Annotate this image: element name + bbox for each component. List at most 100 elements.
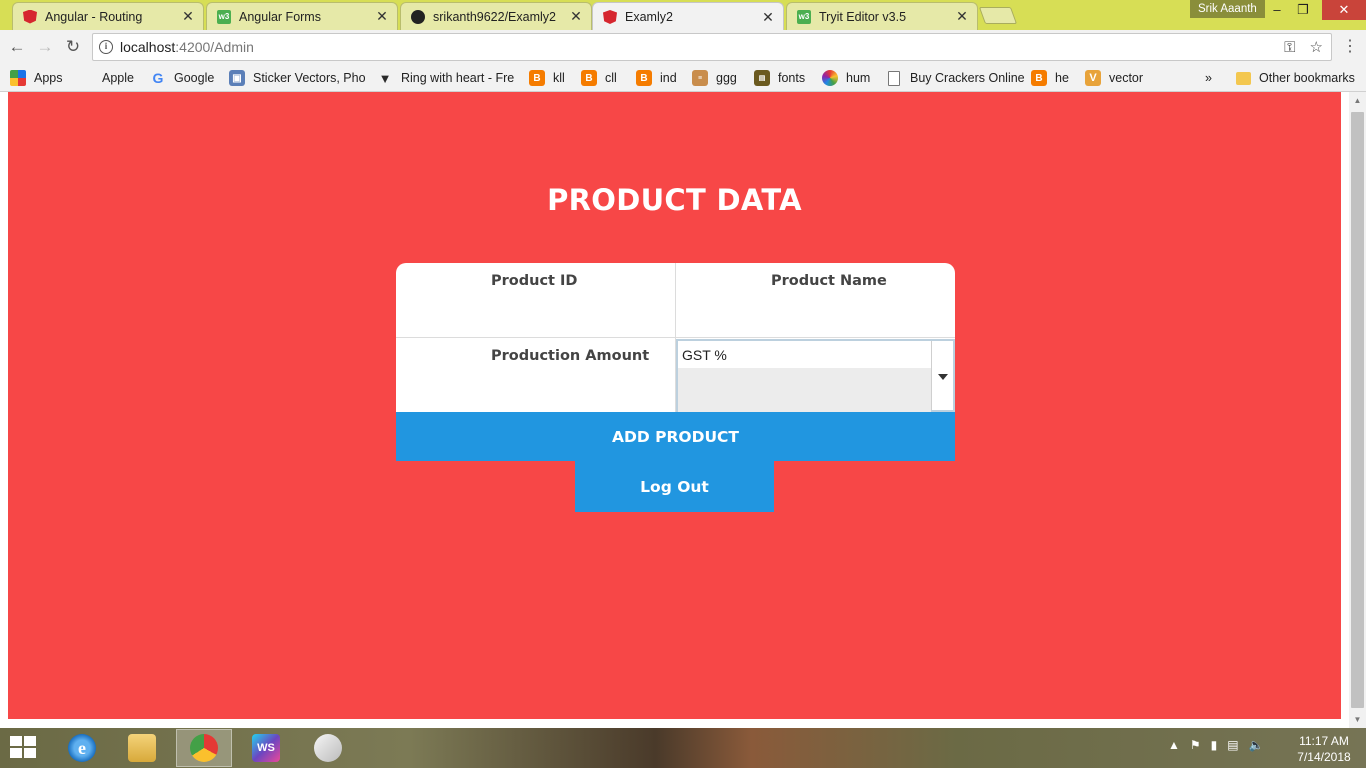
scroll-thumb[interactable]: [1351, 112, 1364, 708]
restore-icon[interactable]: ❐: [1290, 0, 1316, 20]
production-amount-label: Production Amount: [491, 348, 650, 364]
vertical-scrollbar[interactable]: ▲ ▼: [1349, 92, 1366, 728]
back-icon[interactable]: ←: [6, 36, 28, 58]
bookmark-label: fonts: [778, 71, 806, 85]
image-icon: ▣: [229, 70, 245, 86]
close-icon[interactable]: ✕: [955, 8, 969, 25]
key-icon[interactable]: ⚿: [1284, 39, 1295, 56]
bookmark-apple[interactable]: Apple: [78, 69, 134, 87]
blogger-icon: B: [529, 70, 545, 86]
taskbar-chrome[interactable]: [176, 729, 232, 767]
close-icon[interactable]: ✕: [569, 8, 583, 25]
bookmark-label: Sticker Vectors, Phot: [253, 71, 365, 85]
bookmark-ind[interactable]: B ind: [636, 69, 677, 87]
taskbar-file-explorer[interactable]: [114, 729, 170, 767]
add-product-button[interactable]: ADD PRODUCT: [396, 412, 955, 461]
close-icon[interactable]: ✕: [181, 8, 195, 25]
other-bookmarks-label: Other bookmarks: [1259, 71, 1355, 85]
tab-examly2[interactable]: Examly2 ✕: [592, 2, 784, 31]
clock-date: 7/14/2018: [1297, 750, 1351, 764]
bookmark-apps[interactable]: Apps: [10, 69, 63, 87]
clock[interactable]: 11:17 AM 7/14/2018: [1288, 733, 1360, 765]
bookmark-ring-with-heart[interactable]: ▼ Ring with heart - Fre: [377, 69, 515, 87]
bookmark-hum[interactable]: hum: [822, 69, 870, 87]
bookmark-buy-crackers[interactable]: Buy Crackers Online: [886, 69, 1025, 87]
scroll-up-icon[interactable]: ▲: [1349, 92, 1366, 109]
bookmark-he[interactable]: B he: [1031, 69, 1069, 87]
tab-title: Angular Forms: [239, 9, 321, 24]
chevron-down-icon[interactable]: [931, 341, 953, 410]
product-id-input[interactable]: [396, 297, 675, 337]
network-icon[interactable]: ▤: [1227, 738, 1238, 752]
taskbar: e WS ▲ ⚑ ▮ ▤ 🔈 11:17 AM 7/14/2018: [0, 728, 1366, 768]
address-bar[interactable]: i localhost :4200/Admin ⚿ ☆: [92, 33, 1332, 61]
bookmark-cll[interactable]: B cll: [581, 69, 617, 87]
tab-angular-routing[interactable]: Angular - Routing ✕: [12, 2, 204, 30]
clock-time: 11:17 AM: [1299, 734, 1349, 748]
battery-icon[interactable]: ▮: [1211, 738, 1218, 752]
bookmark-label: hum: [846, 71, 871, 85]
bookmark-fonts[interactable]: ▤ fonts: [754, 69, 805, 87]
bookmark-ggg[interactable]: ≡ ggg: [692, 69, 737, 87]
star-icon[interactable]: ☆: [1310, 38, 1323, 56]
bookmark-label: he: [1055, 71, 1069, 85]
logout-button[interactable]: Log Out: [575, 461, 774, 512]
tab-github-examly2[interactable]: srikanth9622/Examly2 ✕: [400, 2, 592, 30]
bookmark-label: Buy Crackers Online: [910, 71, 1025, 85]
bookmark-sticker-vectors[interactable]: ▣ Sticker Vectors, Phot: [229, 69, 365, 87]
tab-tryit-editor[interactable]: w3 Tryit Editor v3.5 ✕: [786, 2, 978, 30]
paint-icon: [314, 734, 342, 762]
page-icon: [888, 70, 900, 86]
product-id-label: Product ID: [491, 273, 578, 289]
apple-icon: [78, 70, 94, 86]
gst-select[interactable]: GST %: [676, 339, 955, 412]
taskbar-paint[interactable]: [300, 729, 356, 767]
window-close-icon[interactable]: ✕: [1322, 0, 1366, 20]
webstorm-icon: WS: [252, 734, 280, 762]
reload-icon[interactable]: ↻: [62, 36, 84, 58]
product-name-input[interactable]: [676, 297, 955, 337]
production-amount-input[interactable]: [396, 373, 675, 412]
blogger-icon: B: [581, 70, 597, 86]
bookmark-google[interactable]: G Google: [150, 69, 215, 87]
taskbar-webstorm[interactable]: WS: [238, 729, 294, 767]
bookmark-vector[interactable]: V vector: [1085, 69, 1143, 87]
other-bookmarks[interactable]: Other bookmarks: [1236, 69, 1355, 87]
tab-title: srikanth9622/Examly2: [433, 9, 556, 24]
show-hidden-icons-icon[interactable]: ▲: [1168, 738, 1180, 752]
admin-page: PRODUCT DATA Product ID Product Name Pro…: [8, 92, 1341, 719]
chrome-icon: [190, 734, 218, 762]
angular-icon: [603, 10, 617, 24]
system-tray: ▲ ⚑ ▮ ▤ 🔈: [1168, 738, 1264, 752]
profile-button[interactable]: Srik Aaanth: [1190, 0, 1265, 18]
bookmark-kll[interactable]: B kll: [529, 69, 565, 87]
bookmark-label: Apple: [102, 71, 134, 85]
forward-icon[interactable]: →: [34, 36, 56, 58]
angular-icon: [23, 9, 37, 24]
info-icon[interactable]: i: [99, 40, 113, 54]
tab-title: Angular - Routing: [45, 9, 143, 24]
windows-start-icon[interactable]: [10, 736, 38, 760]
volume-icon[interactable]: 🔈: [1249, 738, 1264, 752]
browser-menu-icon[interactable]: ⋮: [1342, 36, 1358, 58]
tab-angular-forms[interactable]: w3 Angular Forms ✕: [206, 2, 398, 30]
gst-select-value: GST %: [682, 347, 727, 363]
bookmark-label: Ring with heart - Fre: [401, 71, 515, 85]
tab-strip: Angular - Routing ✕ w3 Angular Forms ✕ s…: [0, 0, 1366, 31]
file-explorer-icon: [128, 734, 156, 762]
close-icon[interactable]: ✕: [375, 8, 389, 25]
new-tab-button[interactable]: [978, 7, 1018, 24]
gst-select-list[interactable]: [678, 368, 931, 412]
blogger-icon: B: [636, 70, 652, 86]
close-icon[interactable]: ✕: [761, 9, 775, 26]
product-form: Product ID Product Name Production Amoun…: [396, 263, 955, 412]
scroll-down-icon[interactable]: ▼: [1349, 711, 1366, 728]
url-host: localhost: [120, 39, 176, 55]
minimize-icon[interactable]: –: [1264, 0, 1290, 20]
w3schools-icon: w3: [217, 9, 231, 24]
bookmark-label: kll: [553, 71, 565, 85]
bookmarks-overflow-button[interactable]: »: [1205, 69, 1212, 87]
flag-icon[interactable]: ⚑: [1190, 738, 1201, 752]
taskbar-internet-explorer[interactable]: e: [54, 729, 110, 767]
product-name-label: Product Name: [771, 273, 887, 289]
